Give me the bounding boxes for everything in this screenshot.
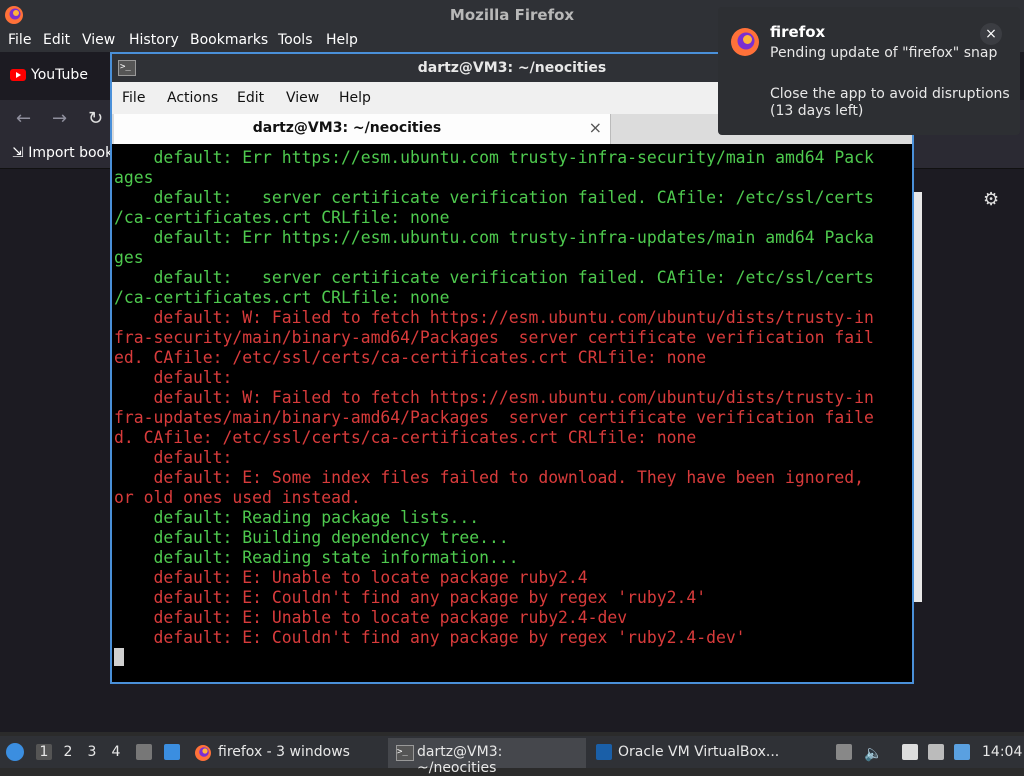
terminal-line: default: Reading package lists... bbox=[114, 508, 480, 527]
terminal-line: default: W: Failed to fetch https://esm.… bbox=[114, 388, 874, 407]
terminal-line: ges bbox=[114, 248, 144, 267]
clock: 14:04 bbox=[982, 744, 1023, 760]
gear-icon[interactable]: ⚙ bbox=[983, 189, 999, 210]
term-menu-edit[interactable]: Edit bbox=[237, 90, 264, 106]
term-menu-view[interactable]: View bbox=[286, 90, 319, 106]
terminal-line: fra-updates/main/binary-amd64/Packages s… bbox=[114, 408, 874, 427]
taskbar: 1 2 3 4 firefox - 3 windows >_ dartz@VM3… bbox=[0, 736, 1024, 776]
import-bookmarks-label: Import book bbox=[28, 145, 114, 161]
terminal-line: default: W: Failed to fetch https://esm.… bbox=[114, 308, 874, 327]
workspace-2[interactable]: 2 bbox=[60, 744, 76, 760]
menu-history[interactable]: History bbox=[129, 32, 179, 48]
terminal-line: default: Err https://esm.ubuntu.com trus… bbox=[114, 228, 874, 247]
youtube-icon bbox=[10, 69, 26, 81]
terminal-line: /ca-certificates.crt CRLfile: none bbox=[114, 208, 450, 227]
terminal-line: default: E: Some index files failed to d… bbox=[114, 468, 864, 487]
terminal-line: default: E: Couldn't find any package by… bbox=[114, 588, 707, 607]
terminal-line: default: E: Unable to locate package rub… bbox=[114, 568, 588, 587]
task-virtualbox[interactable]: Oracle VM VirtualBox... bbox=[592, 740, 792, 766]
terminal-line: d. CAfile: /etc/ssl/certs/ca-certificate… bbox=[114, 428, 697, 447]
terminal-line: default: E: Unable to locate package rub… bbox=[114, 608, 628, 627]
terminal-output: default: Err https://esm.ubuntu.com trus… bbox=[114, 148, 874, 668]
terminal-line: /ca-certificates.crt CRLfile: none bbox=[114, 288, 450, 307]
terminal-line: default: Err https://esm.ubuntu.com trus… bbox=[114, 148, 874, 167]
speaker-icon[interactable]: 🔈 bbox=[864, 744, 883, 762]
firefox-icon bbox=[731, 28, 759, 56]
close-icon[interactable]: × bbox=[980, 23, 1002, 45]
virtualbox-icon bbox=[596, 744, 612, 760]
show-desktop-icon[interactable] bbox=[164, 744, 180, 760]
clipboard-icon[interactable] bbox=[902, 744, 918, 760]
terminal-line: default: bbox=[114, 448, 233, 467]
task-firefox[interactable]: firefox - 3 windows bbox=[192, 740, 362, 766]
terminal-line: default: E: Couldn't find any package by… bbox=[114, 628, 746, 647]
menu-view[interactable]: View bbox=[82, 32, 115, 48]
task-firefox-label: firefox - 3 windows bbox=[218, 744, 350, 760]
file-manager-icon[interactable] bbox=[136, 744, 152, 760]
task-terminal-label: dartz@VM3: ~/neocities bbox=[417, 744, 503, 776]
terminal-cursor bbox=[114, 648, 124, 666]
back-arrow-icon[interactable]: ← bbox=[16, 108, 31, 129]
terminal-line: default: Reading state information... bbox=[114, 548, 519, 567]
menu-edit[interactable]: Edit bbox=[43, 32, 70, 48]
menu-file[interactable]: File bbox=[8, 32, 31, 48]
task-virtualbox-label: Oracle VM VirtualBox... bbox=[618, 744, 780, 760]
terminal-screen[interactable]: default: Err https://esm.ubuntu.com trus… bbox=[114, 146, 910, 681]
terminal-line: or old ones used instead. bbox=[114, 488, 361, 507]
terminal-line: default: bbox=[114, 368, 233, 387]
notifications-icon[interactable] bbox=[954, 744, 970, 760]
start-menu-icon[interactable] bbox=[6, 743, 24, 761]
notification-app: firefox bbox=[770, 23, 826, 41]
terminal-tab-label: dartz@VM3: ~/neocities bbox=[252, 120, 442, 136]
terminal-window: >_ dartz@VM3: ~/neocities File Actions E… bbox=[110, 52, 914, 684]
terminal-line: fra-security/main/binary-amd64/Packages … bbox=[114, 328, 874, 347]
tray-updates-icon[interactable] bbox=[836, 744, 852, 760]
task-terminal[interactable]: >_ dartz@VM3: ~/neocities bbox=[388, 738, 586, 776]
reload-icon[interactable]: ↻ bbox=[88, 108, 103, 129]
term-menu-actions[interactable]: Actions bbox=[167, 90, 218, 106]
network-icon[interactable] bbox=[928, 744, 944, 760]
notification-line1: Pending update of "firefox" snap bbox=[770, 45, 998, 61]
terminal-line: ed. CAfile: /etc/ssl/certs/ca-certificat… bbox=[114, 348, 707, 367]
forward-arrow-icon[interactable]: → bbox=[52, 108, 67, 129]
notification-line2: Close the app to avoid disruptions (13 d… bbox=[770, 86, 1010, 119]
terminal-line: default: server certificate verification… bbox=[114, 268, 874, 287]
workspace-1[interactable]: 1 bbox=[36, 744, 52, 760]
terminal-icon: >_ bbox=[396, 745, 414, 761]
import-bookmarks-link[interactable]: ⇲ Import book bbox=[12, 145, 113, 161]
terminal-line: default: Building dependency tree... bbox=[114, 528, 509, 547]
terminal-line: default: server certificate verification… bbox=[114, 188, 874, 207]
menu-bookmarks[interactable]: Bookmarks bbox=[190, 32, 268, 48]
term-menu-file[interactable]: File bbox=[122, 90, 145, 106]
workspace-4[interactable]: 4 bbox=[108, 744, 124, 760]
firefox-icon bbox=[195, 745, 211, 761]
tab-youtube[interactable]: YouTube bbox=[0, 62, 115, 92]
terminal-tab[interactable]: dartz@VM3: ~/neocities × bbox=[114, 114, 611, 144]
menu-tools[interactable]: Tools bbox=[278, 32, 313, 48]
update-notification: firefox × Pending update of "firefox" sn… bbox=[718, 7, 1020, 135]
term-menu-help[interactable]: Help bbox=[339, 90, 371, 106]
workspace-3[interactable]: 3 bbox=[84, 744, 100, 760]
tab-label: YouTube bbox=[31, 67, 88, 83]
close-icon[interactable]: × bbox=[589, 118, 602, 137]
terminal-line: ages bbox=[114, 168, 154, 187]
menu-help[interactable]: Help bbox=[326, 32, 358, 48]
